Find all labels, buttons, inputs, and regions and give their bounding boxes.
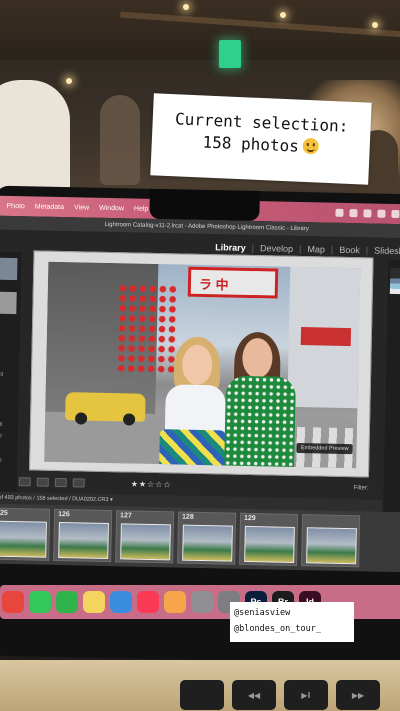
thumbnail xyxy=(306,527,357,565)
key[interactable] xyxy=(180,680,224,710)
music-icon[interactable] xyxy=(137,591,159,613)
module-separator: | xyxy=(330,244,334,255)
gate-sign-text: ラ 中 xyxy=(198,276,229,293)
filmstrip-cell[interactable]: 125 xyxy=(0,507,51,561)
ceiling-light xyxy=(183,4,189,10)
gate-sign: ラ 中 xyxy=(187,266,279,299)
ceiling-light xyxy=(280,12,286,18)
selection-info[interactable]: of 493 photos / 158 selected / DUA0202.C… xyxy=(0,495,113,503)
window-title: Lightroom Catalog-v11-2.lrcat - Adobe Ph… xyxy=(104,221,309,233)
status-icons xyxy=(335,208,400,219)
red-lanterns xyxy=(116,283,178,375)
embedded-preview-badge: Embedded Preview xyxy=(296,442,353,455)
photos-icon[interactable] xyxy=(164,591,186,613)
taxi xyxy=(65,392,146,426)
menu-item-window[interactable]: Window xyxy=(99,204,124,212)
wifi-icon[interactable] xyxy=(377,209,386,218)
navigator-thumbnail[interactable] xyxy=(0,257,18,281)
lightroom-app: Library | Develop | Map | Book | Slidesh… xyxy=(0,229,400,573)
module-book[interactable]: Book xyxy=(339,245,360,255)
filmstrip-cell[interactable]: 128 xyxy=(177,511,237,565)
ceiling-light xyxy=(372,22,378,28)
photo-preview: ラ 中 Embedded Preview xyxy=(44,261,361,469)
handle-tag: @seniasview @blondes_on_tour_ xyxy=(230,602,354,642)
caption-sticker: Current selection: 158 photos xyxy=(150,93,372,185)
notes-icon[interactable] xyxy=(83,591,105,613)
module-separator: | xyxy=(251,242,255,254)
module-develop[interactable]: Develop xyxy=(260,243,293,254)
module-library[interactable]: Library xyxy=(215,242,246,253)
thumbnail xyxy=(182,524,233,562)
thumbnail xyxy=(58,522,109,560)
menu-item-view[interactable]: View xyxy=(74,204,89,211)
thumbnail xyxy=(244,525,295,563)
person-background xyxy=(100,95,140,185)
person-brunette-dress xyxy=(224,375,297,469)
thumbnail xyxy=(0,520,47,558)
status-icon[interactable] xyxy=(335,208,344,217)
module-separator: | xyxy=(299,243,302,255)
chrome-icon[interactable] xyxy=(2,591,24,613)
filmstrip-cell[interactable]: 129 xyxy=(239,512,299,567)
exit-sign xyxy=(219,40,241,68)
filmstrip: 125 126 127 128 129 xyxy=(0,503,400,573)
navigator-thumbnail[interactable] xyxy=(0,291,17,315)
rewind-key[interactable]: ◀◀ xyxy=(232,680,276,710)
menu-item-photo[interactable]: Photo xyxy=(6,202,24,209)
play-pause-key[interactable]: ▶‖ xyxy=(284,680,328,710)
caption-count: 158 photos xyxy=(202,132,300,156)
ceiling-light xyxy=(66,78,72,84)
frame-number: 125 xyxy=(0,509,8,517)
grid-view-button[interactable] xyxy=(18,476,31,486)
histogram xyxy=(389,267,400,295)
compare-view-button[interactable] xyxy=(54,477,67,487)
left-panel: 493 228 467 20 256 49 xyxy=(0,251,22,533)
frame-number: 127 xyxy=(120,512,132,520)
camera-notch xyxy=(149,188,260,222)
module-separator: | xyxy=(365,245,369,256)
folder-count[interactable]: 467 xyxy=(0,434,2,440)
filter-label[interactable]: Filter: xyxy=(354,485,369,491)
handle-seniasview[interactable]: @seniasview xyxy=(234,605,350,621)
loupe-view-button[interactable] xyxy=(36,477,49,487)
status-icon[interactable] xyxy=(349,209,358,218)
module-slideshow[interactable]: Slidesho xyxy=(374,246,400,257)
survey-view-button[interactable] xyxy=(72,477,85,488)
menu-item-help[interactable]: Help xyxy=(134,205,149,212)
facetime-icon[interactable] xyxy=(56,591,78,613)
filmstrip-cell[interactable]: 127 xyxy=(115,510,175,564)
menu-item-metadata[interactable]: Metadata xyxy=(35,203,64,211)
module-map[interactable]: Map xyxy=(307,244,325,254)
folder-count[interactable]: 228 xyxy=(0,422,2,428)
status-icon[interactable] xyxy=(363,209,372,218)
red-sign xyxy=(300,327,352,347)
messages-icon[interactable] xyxy=(29,591,51,613)
handle-blondes-on-tour[interactable]: @blondes_on_tour_ xyxy=(234,621,350,637)
person-blonde-skirt xyxy=(159,429,226,469)
safari-icon[interactable] xyxy=(110,591,132,613)
control-center-icon[interactable] xyxy=(391,209,400,219)
grinning-sweat-emoji-icon xyxy=(302,137,320,155)
folder-count[interactable]: 493 xyxy=(0,372,3,378)
keyboard: ◀◀ ▶‖ ▶▶ xyxy=(0,660,400,711)
filmstrip-cell[interactable] xyxy=(301,514,361,568)
star-rating[interactable]: ★★☆☆☆ xyxy=(131,479,172,489)
thumbnail xyxy=(120,523,171,561)
frame-number: 128 xyxy=(181,513,194,521)
folder-count[interactable]: 256 xyxy=(0,458,2,464)
filmstrip-cell[interactable]: 126 xyxy=(53,508,113,563)
frame-number: 126 xyxy=(58,510,70,519)
right-panel xyxy=(382,259,400,541)
launchpad-icon[interactable] xyxy=(191,591,213,613)
fast-forward-key[interactable]: ▶▶ xyxy=(336,680,380,710)
loupe-view[interactable]: ラ 中 Embedded Preview xyxy=(29,250,374,478)
frame-number: 129 xyxy=(243,514,256,523)
